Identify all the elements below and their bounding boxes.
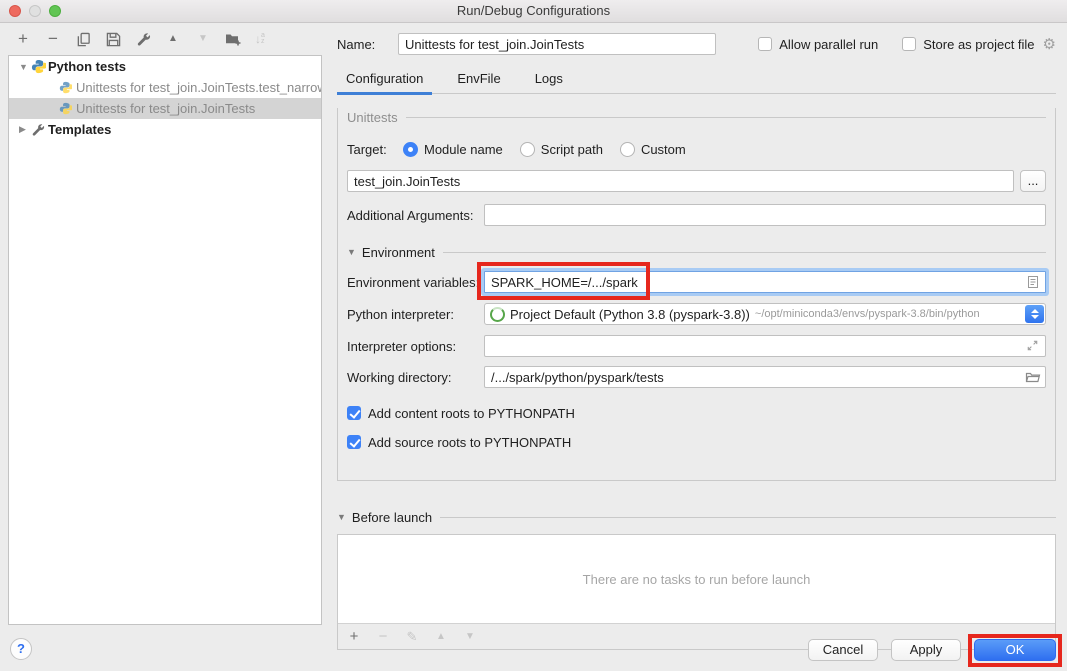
expand-field-icon[interactable]	[1025, 338, 1041, 354]
python-tests-icon	[31, 59, 48, 74]
combo-stepper-icon[interactable]	[1025, 305, 1044, 323]
store-as-project-file-checkbox[interactable]	[902, 37, 916, 51]
name-input[interactable]	[398, 33, 716, 55]
tree-item-python-tests[interactable]: ▼ Python tests	[9, 56, 321, 77]
allow-parallel-run-label: Allow parallel run	[779, 37, 878, 52]
copy-configuration-icon[interactable]	[75, 31, 91, 47]
folder-icon[interactable]	[1025, 369, 1041, 385]
new-folder-icon[interactable]	[225, 31, 241, 47]
cancel-button[interactable]: Cancel	[808, 639, 878, 661]
conda-env-icon	[490, 307, 505, 322]
add-content-roots-label: Add content roots to PYTHONPATH	[368, 406, 575, 421]
sort-configurations-icon[interactable]: ↓ az	[255, 32, 265, 46]
help-button[interactable]: ?	[10, 638, 32, 660]
titlebar: Run/Debug Configurations	[0, 0, 1067, 23]
working-directory-label: Working directory:	[347, 370, 484, 385]
configuration-panel: Unittests Target: Module name Script pat…	[337, 108, 1056, 481]
radio-script-path[interactable]	[520, 142, 535, 157]
edit-templates-icon[interactable]	[135, 31, 151, 47]
tree-item-unittest-jointests[interactable]: Unittests for test_join.JoinTests	[9, 98, 321, 119]
dialog-footer: ? Cancel Apply OK	[0, 630, 1067, 671]
configurations-tree: ▼ Python tests Unittests for test_join.J…	[8, 55, 322, 625]
tree-item-label: Templates	[48, 122, 111, 137]
additional-arguments-input[interactable]	[484, 204, 1046, 226]
move-down-icon[interactable]: ▼	[195, 31, 211, 47]
environment-variables-input[interactable]	[484, 271, 1046, 293]
python-test-icon	[59, 102, 76, 115]
python-interpreter-label: Python interpreter:	[347, 307, 484, 322]
configuration-editor: Name: Allow parallel run Store as projec…	[337, 22, 1056, 650]
gear-icon[interactable]: ⚙	[1043, 35, 1056, 53]
store-as-project-file-label: Store as project file	[923, 37, 1034, 52]
python-interpreter-select[interactable]: Project Default (Python 3.8 (pyspark-3.8…	[484, 303, 1046, 325]
run-debug-configurations-dialog: Run/Debug Configurations + − ▲ ▼	[0, 0, 1067, 671]
tab-configuration[interactable]: Configuration	[337, 68, 432, 93]
tree-item-label: Unittests for test_join.JoinTests.test_n…	[76, 80, 321, 95]
unittests-section-title: Unittests	[347, 110, 398, 125]
python-test-icon	[59, 81, 76, 94]
templates-wrench-icon	[31, 123, 48, 137]
add-source-roots-checkbox[interactable]	[347, 435, 361, 449]
interpreter-options-input[interactable]	[484, 335, 1046, 357]
python-interpreter-value: Project Default (Python 3.8 (pyspark-3.8…	[510, 307, 750, 322]
add-configuration-icon[interactable]: +	[15, 31, 31, 47]
browse-variables-icon[interactable]	[1025, 274, 1041, 290]
module-name-input[interactable]	[347, 170, 1014, 192]
ok-button[interactable]: OK	[974, 639, 1056, 661]
radio-module-name[interactable]	[403, 142, 418, 157]
tree-item-templates[interactable]: ▶ Templates	[9, 119, 321, 140]
window-title: Run/Debug Configurations	[0, 0, 1067, 22]
additional-arguments-label: Additional Arguments:	[347, 208, 484, 223]
tree-item-label: Python tests	[48, 59, 126, 74]
radio-custom-label: Custom	[641, 142, 686, 157]
radio-script-path-label: Script path	[541, 142, 603, 157]
environment-variables-label: Environment variables:	[347, 275, 484, 290]
chevron-down-icon[interactable]: ▼	[19, 62, 31, 72]
name-label: Name:	[337, 37, 398, 52]
chevron-right-icon[interactable]: ▶	[19, 124, 31, 135]
environment-section-title: Environment	[362, 245, 435, 260]
tree-item-label: Unittests for test_join.JoinTests	[76, 101, 255, 116]
interpreter-options-label: Interpreter options:	[347, 339, 484, 354]
move-up-icon[interactable]: ▲	[165, 31, 181, 47]
tab-logs[interactable]: Logs	[526, 68, 572, 93]
working-directory-input[interactable]	[484, 366, 1046, 388]
apply-button[interactable]: Apply	[891, 639, 961, 661]
add-content-roots-checkbox[interactable]	[347, 406, 361, 420]
browse-button[interactable]: ...	[1020, 170, 1046, 192]
tree-item-unittest-narrow[interactable]: Unittests for test_join.JoinTests.test_n…	[9, 77, 321, 98]
radio-custom[interactable]	[620, 142, 635, 157]
before-launch-section-title: Before launch	[352, 510, 432, 525]
allow-parallel-run-checkbox[interactable]	[758, 37, 772, 51]
remove-configuration-icon[interactable]: −	[45, 31, 61, 47]
environment-collapse-icon[interactable]: ▼	[347, 247, 356, 257]
configurations-toolbar: + − ▲ ▼ ↓ az	[0, 23, 330, 55]
radio-module-name-label: Module name	[424, 142, 503, 157]
before-launch-empty-text: There are no tasks to run before launch	[338, 535, 1055, 623]
tab-envfile[interactable]: EnvFile	[448, 68, 509, 93]
save-configuration-icon[interactable]	[105, 31, 121, 47]
add-source-roots-label: Add source roots to PYTHONPATH	[368, 435, 571, 450]
python-interpreter-path: ~/opt/miniconda3/envs/pyspark-3.8/bin/py…	[755, 308, 980, 320]
before-launch-collapse-icon[interactable]: ▼	[337, 512, 346, 522]
tab-bar: Configuration EnvFile Logs	[337, 68, 1056, 94]
target-label: Target:	[347, 142, 403, 157]
